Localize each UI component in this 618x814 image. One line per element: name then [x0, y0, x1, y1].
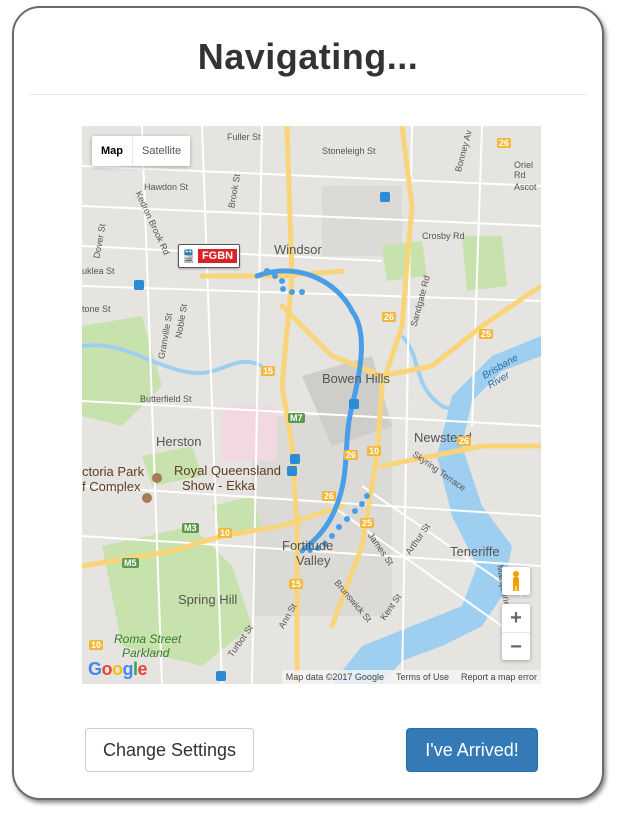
- route-shield: M5: [122, 558, 139, 568]
- map-type-map-button[interactable]: Map: [92, 136, 132, 166]
- street-label: Crosby Rd: [422, 231, 465, 241]
- place-label: Roma Street: [114, 632, 182, 646]
- street-label: tone St: [82, 304, 111, 314]
- map-type-satellite-button[interactable]: Satellite: [132, 136, 190, 166]
- map-attribution: Map data ©2017 Google Terms of Use Repor…: [281, 670, 541, 684]
- street-label: uklea St: [82, 266, 115, 276]
- place-label: Spring Hill: [178, 592, 238, 607]
- zoom-in-button[interactable]: +: [502, 604, 530, 632]
- route-shield: 15: [289, 579, 304, 589]
- route-shield: 15: [261, 366, 276, 376]
- terms-of-use-link[interactable]: Terms of Use: [396, 672, 449, 682]
- zoom-control: + −: [502, 604, 530, 660]
- station-code: FGBN: [197, 249, 238, 263]
- page-title: Navigating...: [197, 36, 419, 77]
- map-data-credit: Map data ©2017 Google: [285, 672, 384, 682]
- map-view[interactable]: Windsor Bowen Hills Herston Newstead Roy…: [82, 126, 541, 684]
- street-label: Fuller St: [227, 132, 261, 142]
- title-divider: [30, 94, 586, 95]
- place-label: Fortitude: [282, 538, 334, 553]
- station-marker[interactable]: 🚆 FGBN: [178, 244, 241, 268]
- route-shield: 10: [89, 640, 104, 650]
- route-shield: 10: [367, 446, 382, 456]
- place-label: f Complex: [82, 479, 141, 494]
- map-type-control: Map Satellite: [92, 136, 191, 166]
- zoom-out-button[interactable]: −: [502, 633, 530, 661]
- place-label: Parkland: [122, 646, 170, 660]
- route-shield: M7: [288, 413, 305, 423]
- navigation-card: Navigating... Windsor Bowen Hills Hersto…: [12, 6, 604, 800]
- route-shield: 26: [322, 491, 337, 501]
- route-shield: M3: [182, 523, 199, 533]
- train-icon: 🚆: [181, 249, 196, 263]
- route-shield: 26: [344, 450, 359, 460]
- route-shield: 25: [360, 518, 375, 528]
- place-label: Royal Queensland: [174, 463, 281, 478]
- route-shield: 26: [382, 312, 397, 322]
- place-label: Windsor: [274, 242, 322, 257]
- pegman-icon: [513, 571, 519, 591]
- route-shield: 10: [218, 528, 233, 538]
- street-label: Butterfield St: [140, 394, 192, 404]
- place-label: Herston: [156, 434, 202, 449]
- street-label: Stoneleigh St: [322, 146, 376, 156]
- google-logo[interactable]: Google: [88, 659, 148, 680]
- place-label: Valley: [296, 553, 331, 568]
- place-label: ctoria Park: [82, 464, 145, 479]
- route-shield: 26: [497, 138, 512, 148]
- arrived-button[interactable]: I've Arrived!: [406, 728, 538, 772]
- change-settings-button[interactable]: Change Settings: [85, 728, 254, 772]
- place-label: Bowen Hills: [322, 371, 390, 386]
- route-shield: 26: [457, 436, 472, 446]
- place-label: Show - Ekka: [182, 478, 255, 493]
- report-map-error-link[interactable]: Report a map error: [461, 672, 537, 682]
- street-label: Hawdon St: [144, 182, 189, 192]
- route-shield: 25: [479, 329, 494, 339]
- street-label: Oriel Rd: [514, 160, 534, 180]
- place-label: Teneriffe: [450, 544, 500, 559]
- street-view-pegman[interactable]: [502, 567, 530, 595]
- street-label: Ascot: [514, 182, 537, 192]
